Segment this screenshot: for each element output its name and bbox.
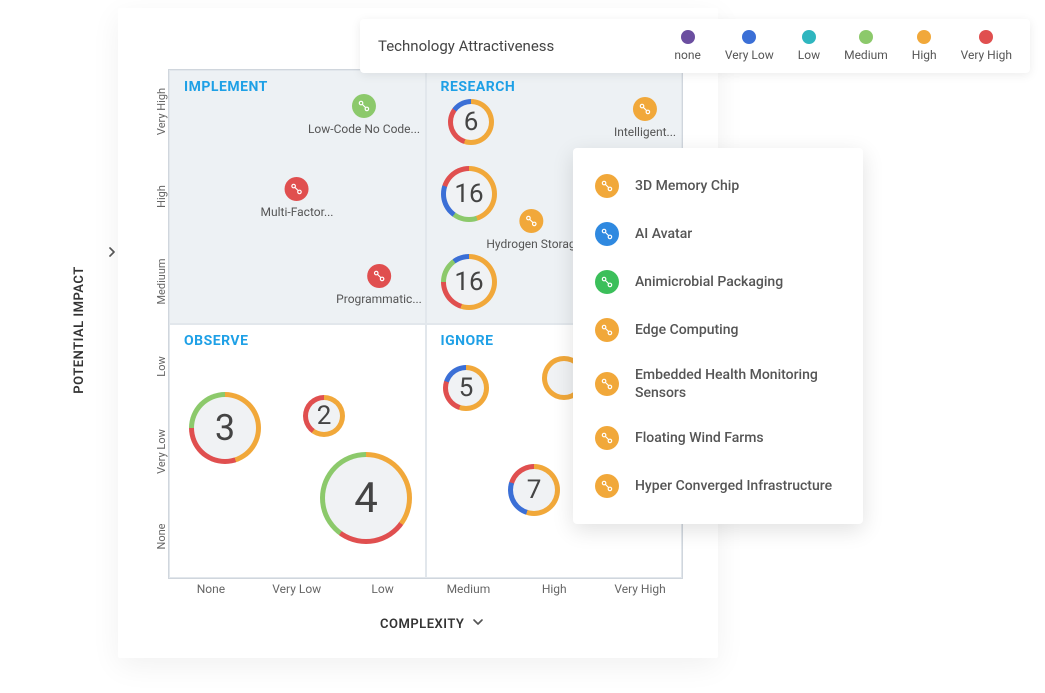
- cluster-bubble[interactable]: 16: [441, 166, 497, 222]
- legend-swatch: [859, 30, 873, 44]
- x-tick: None: [168, 582, 254, 596]
- cluster-count: 16: [454, 179, 483, 209]
- legend-item[interactable]: Very Low: [725, 30, 774, 62]
- tech-node-label: Intelligent...: [614, 125, 676, 139]
- legend-items: none Very Low Low Medium High Very High: [674, 30, 1012, 62]
- cluster-popup: 3D Memory Chip AI Avatar Animicrobial Pa…: [573, 148, 863, 524]
- tech-node-programmatic[interactable]: Programmatic...: [336, 264, 422, 306]
- legend-swatch: [979, 30, 993, 44]
- x-tick: High: [511, 582, 597, 596]
- tech-node-label: Programmatic...: [336, 292, 422, 306]
- legend-title: Technology Attractiveness: [378, 37, 554, 55]
- popup-item[interactable]: Animicrobial Packaging: [573, 258, 863, 306]
- x-tick: Low: [340, 582, 426, 596]
- tech-node-icon: [285, 177, 309, 201]
- x-tick: Medium: [425, 582, 511, 596]
- cluster-count: 4: [354, 474, 378, 523]
- legend-label: Very High: [961, 48, 1012, 62]
- popup-item-label: AI Avatar: [635, 225, 692, 243]
- tech-node-label: Low-Code No Code...: [308, 122, 420, 136]
- x-axis-ticks: None Very Low Low Medium High Very High: [168, 582, 683, 596]
- quadrant-title: OBSERVE: [184, 333, 248, 349]
- popup-item-icon: [595, 318, 619, 342]
- cluster-bubble[interactable]: 2: [303, 395, 345, 437]
- y-axis-title: POTENTIAL IMPACT: [72, 266, 87, 393]
- legend-item[interactable]: none: [674, 30, 700, 62]
- tech-node-multi-factor[interactable]: Multi-Factor...: [261, 177, 334, 219]
- x-tick: Very High: [597, 582, 683, 596]
- legend-item[interactable]: High: [912, 30, 937, 62]
- legend-label: Very Low: [725, 48, 774, 62]
- legend-item[interactable]: Very High: [961, 30, 1012, 62]
- popup-item[interactable]: Floating Wind Farms: [573, 414, 863, 462]
- legend-label: Low: [798, 48, 820, 62]
- legend-label: Medium: [844, 48, 888, 62]
- popup-item-label: Animicrobial Packaging: [635, 273, 783, 291]
- cluster-count: 3: [215, 407, 235, 449]
- cluster-bubble[interactable]: 7: [508, 464, 560, 516]
- popup-item-label: Floating Wind Farms: [635, 429, 764, 447]
- popup-item[interactable]: Hyper Converged Infrastructure: [573, 462, 863, 510]
- tech-node-label: Multi-Factor...: [261, 205, 334, 219]
- cluster-count: 6: [464, 107, 479, 137]
- quadrant-title: IGNORE: [441, 333, 494, 349]
- cluster-bubble[interactable]: 16: [441, 254, 497, 310]
- y-axis-chevron-icon[interactable]: [104, 244, 120, 264]
- tech-node-icon: [367, 264, 391, 288]
- cluster-count: 7: [527, 475, 542, 505]
- popup-item-icon: [595, 474, 619, 498]
- cluster-bubble[interactable]: 4: [320, 452, 412, 544]
- legend-bar: Technology Attractiveness none Very Low …: [360, 19, 1030, 73]
- popup-item-icon: [595, 222, 619, 246]
- cluster-count: 16: [454, 267, 483, 297]
- legend-label: none: [674, 48, 700, 62]
- legend-swatch: [802, 30, 816, 44]
- popup-item[interactable]: AI Avatar: [573, 210, 863, 258]
- tech-node-label: Hydrogen Storag: [486, 237, 575, 251]
- legend-item[interactable]: Low: [798, 30, 820, 62]
- popup-item-icon: [595, 270, 619, 294]
- popup-item-icon: [595, 372, 619, 396]
- popup-item-label: Embedded Health Monitoring Sensors: [635, 366, 841, 402]
- popup-item-icon: [595, 174, 619, 198]
- x-axis-title[interactable]: COMPLEXITY: [380, 614, 486, 634]
- cluster-bubble[interactable]: 3: [189, 392, 261, 464]
- x-tick: Very Low: [254, 582, 340, 596]
- cluster-count: 2: [317, 401, 332, 431]
- legend-swatch: [681, 30, 695, 44]
- popup-item[interactable]: Edge Computing: [573, 306, 863, 354]
- popup-item-label: Hyper Converged Infrastructure: [635, 477, 832, 495]
- tech-node-icon: [519, 209, 543, 233]
- quadrant-title: RESEARCH: [441, 79, 516, 95]
- legend-label: High: [912, 48, 937, 62]
- tech-node-low-code[interactable]: Low-Code No Code...: [308, 94, 420, 136]
- legend-swatch: [917, 30, 931, 44]
- popup-item[interactable]: Embedded Health Monitoring Sensors: [573, 354, 863, 414]
- popup-item-label: 3D Memory Chip: [635, 177, 739, 195]
- popup-item-label: Edge Computing: [635, 321, 738, 339]
- quadrant-title: IMPLEMENT: [184, 79, 268, 95]
- cluster-bubble[interactable]: 6: [448, 99, 494, 145]
- tech-node-intelligent[interactable]: Intelligent...: [614, 97, 676, 139]
- legend-swatch: [742, 30, 756, 44]
- cluster-bubble[interactable]: 5: [443, 365, 489, 411]
- popup-item-icon: [595, 426, 619, 450]
- legend-item[interactable]: Medium: [844, 30, 888, 62]
- tech-node-hydrogen[interactable]: Hydrogen Storag: [486, 209, 575, 251]
- x-axis-chevron-icon: [470, 614, 486, 634]
- popup-item[interactable]: 3D Memory Chip: [573, 162, 863, 210]
- tech-node-icon: [352, 94, 376, 118]
- cluster-count: 5: [459, 373, 474, 403]
- x-axis-label-text: COMPLEXITY: [380, 617, 464, 632]
- tech-node-icon: [633, 97, 657, 121]
